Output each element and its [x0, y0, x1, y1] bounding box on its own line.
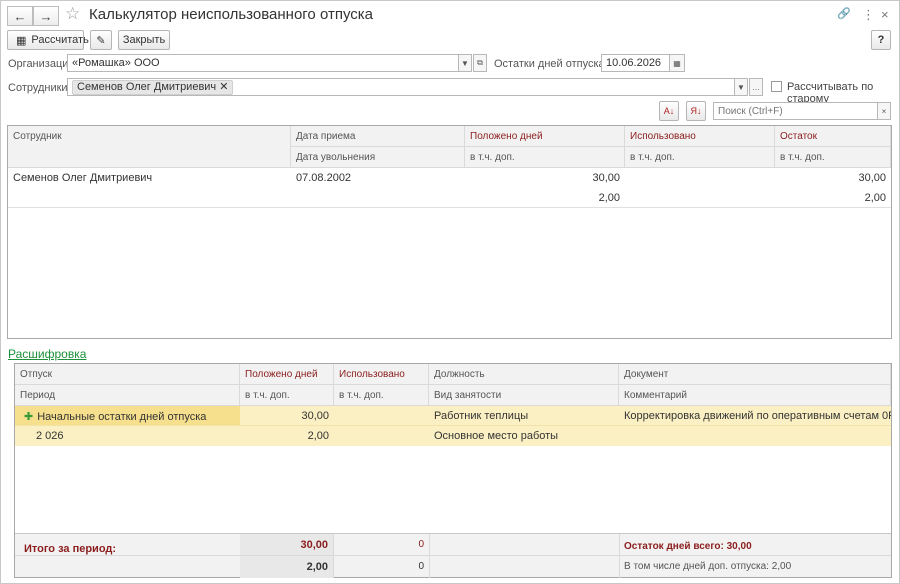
- col-entitled[interactable]: Положено дней: [465, 126, 625, 147]
- col-used-add[interactable]: в т.ч. доп.: [334, 385, 429, 406]
- star-icon[interactable]: ☆: [65, 4, 80, 24]
- row-entitled: 30,00: [592, 172, 620, 184]
- col-hire-date[interactable]: Дата приема: [291, 126, 465, 147]
- plus-icon: ✚: [24, 411, 34, 423]
- col-fire-date[interactable]: Дата увольнения: [291, 147, 465, 168]
- total-entitled-add: 2,00: [240, 556, 334, 578]
- col-used[interactable]: Использовано: [334, 364, 429, 385]
- col-used-add[interactable]: в т.ч. доп.: [625, 147, 775, 168]
- total-entitled: 30,00: [240, 534, 334, 556]
- ellipsis-icon: …: [752, 82, 760, 92]
- help-button[interactable]: ?: [871, 30, 891, 50]
- close-icon[interactable]: ×: [881, 7, 889, 22]
- table-row[interactable]: ✚ Начальные остатки дней отпуска 2 026 30…: [15, 406, 891, 446]
- org-field[interactable]: «Ромашка» ООО: [67, 54, 459, 72]
- col-document[interactable]: Документ: [619, 364, 891, 385]
- row-employee: Семенов Олег Дмитриевич: [13, 172, 153, 184]
- close-icon: ×: [881, 106, 887, 116]
- col-entitled-add[interactable]: в т.ч. доп.: [240, 385, 334, 406]
- sort-desc-button[interactable]: Я↓: [686, 101, 706, 121]
- calculate-button[interactable]: ▦ Рассчитать: [7, 30, 89, 50]
- search-clear-button[interactable]: ×: [877, 102, 891, 120]
- col-employment[interactable]: Вид занятости: [429, 385, 619, 406]
- chevron-down-icon: ▼: [461, 58, 469, 68]
- page-title: Калькулятор неиспользованного отпуска: [89, 6, 374, 23]
- col-period[interactable]: Период: [15, 385, 240, 406]
- calendar-button[interactable]: ▦: [669, 54, 685, 72]
- col-position[interactable]: Должность: [429, 364, 619, 385]
- row-entitled: 30,00: [301, 410, 329, 422]
- old-calc-checkbox[interactable]: [771, 81, 782, 92]
- close-button[interactable]: Закрыть: [118, 30, 170, 50]
- chevron-down-icon: ▼: [737, 82, 745, 92]
- col-used[interactable]: Использовано: [625, 126, 775, 147]
- col-vacation[interactable]: Отпуск: [15, 364, 240, 385]
- row-employment: Основное место работы: [434, 430, 559, 442]
- details-link[interactable]: Расшифровка: [8, 347, 86, 361]
- calculator-icon: ▦: [16, 34, 27, 47]
- table-row[interactable]: Семенов Олег Дмитриевич 07.08.2002 30,00…: [8, 168, 891, 208]
- sort-asc-button[interactable]: A↓: [659, 101, 679, 121]
- details-table[interactable]: Отпуск Период Положено дней в т.ч. доп. …: [14, 363, 892, 578]
- total-used: 0: [418, 539, 424, 550]
- org-open-button[interactable]: ⧉: [473, 54, 487, 72]
- search-input[interactable]: [713, 102, 879, 120]
- row-document: Корректировка движений по оперативным сч…: [624, 410, 891, 422]
- row-rest: 30,00: [858, 172, 886, 184]
- total-label: Итого за период:: [24, 543, 117, 555]
- row-entitled-add: 2,00: [307, 430, 329, 442]
- forward-button[interactable]: →: [33, 6, 59, 26]
- remain-date-field[interactable]: 10.06.2026: [601, 54, 670, 72]
- rest-add: В том числе дней доп. отпуска: 2,00: [624, 561, 792, 572]
- sort-descending-icon: Я↓: [690, 106, 702, 116]
- col-rest[interactable]: Остаток: [775, 126, 891, 147]
- row-period: 2 026: [36, 430, 64, 442]
- link-icon[interactable]: 🔗: [837, 7, 851, 20]
- details-footer: Итого за период: 30,00 2,00 0 0 Остаток …: [15, 533, 891, 578]
- total-used-add: 0: [418, 561, 424, 572]
- col-comment[interactable]: Комментарий: [619, 385, 891, 406]
- col-employee[interactable]: Сотрудник: [8, 126, 291, 168]
- employee-chip[interactable]: Семенов Олег Дмитриевич ✕: [72, 80, 234, 95]
- employees-dropdown-button[interactable]: ▼: [734, 78, 748, 96]
- edit-settings-button[interactable]: ✎: [90, 30, 112, 50]
- pen-icon: ✎: [96, 34, 106, 47]
- calendar-icon: ▦: [673, 58, 681, 68]
- row-rest-add: 2,00: [864, 192, 886, 204]
- col-rest-add[interactable]: в т.ч. доп.: [775, 147, 891, 168]
- row-vacation: ✚ Начальные остатки дней отпуска: [24, 411, 207, 423]
- employees-table[interactable]: Сотрудник Дата приема Дата увольнения По…: [7, 125, 892, 339]
- open-icon: ⧉: [477, 58, 483, 67]
- col-entitled-add[interactable]: в т.ч. доп.: [465, 147, 625, 168]
- employees-field[interactable]: Семенов Олег Дмитриевич ✕: [67, 78, 735, 96]
- col-entitled[interactable]: Положено дней: [240, 364, 334, 385]
- employees-label: Сотрудники:: [8, 82, 71, 94]
- org-dropdown-button[interactable]: ▼: [458, 54, 472, 72]
- arrow-right-icon: →: [39, 8, 53, 24]
- row-entitled-add: 2,00: [598, 192, 620, 204]
- employees-select-button[interactable]: …: [749, 78, 763, 96]
- back-button[interactable]: ←: [7, 6, 33, 26]
- more-icon[interactable]: ⋮: [862, 7, 875, 23]
- row-hire-date: 07.08.2002: [296, 172, 352, 184]
- arrow-left-icon: ←: [13, 8, 27, 24]
- sort-ascending-icon: A↓: [663, 106, 675, 116]
- row-position: Работник теплицы: [434, 410, 529, 422]
